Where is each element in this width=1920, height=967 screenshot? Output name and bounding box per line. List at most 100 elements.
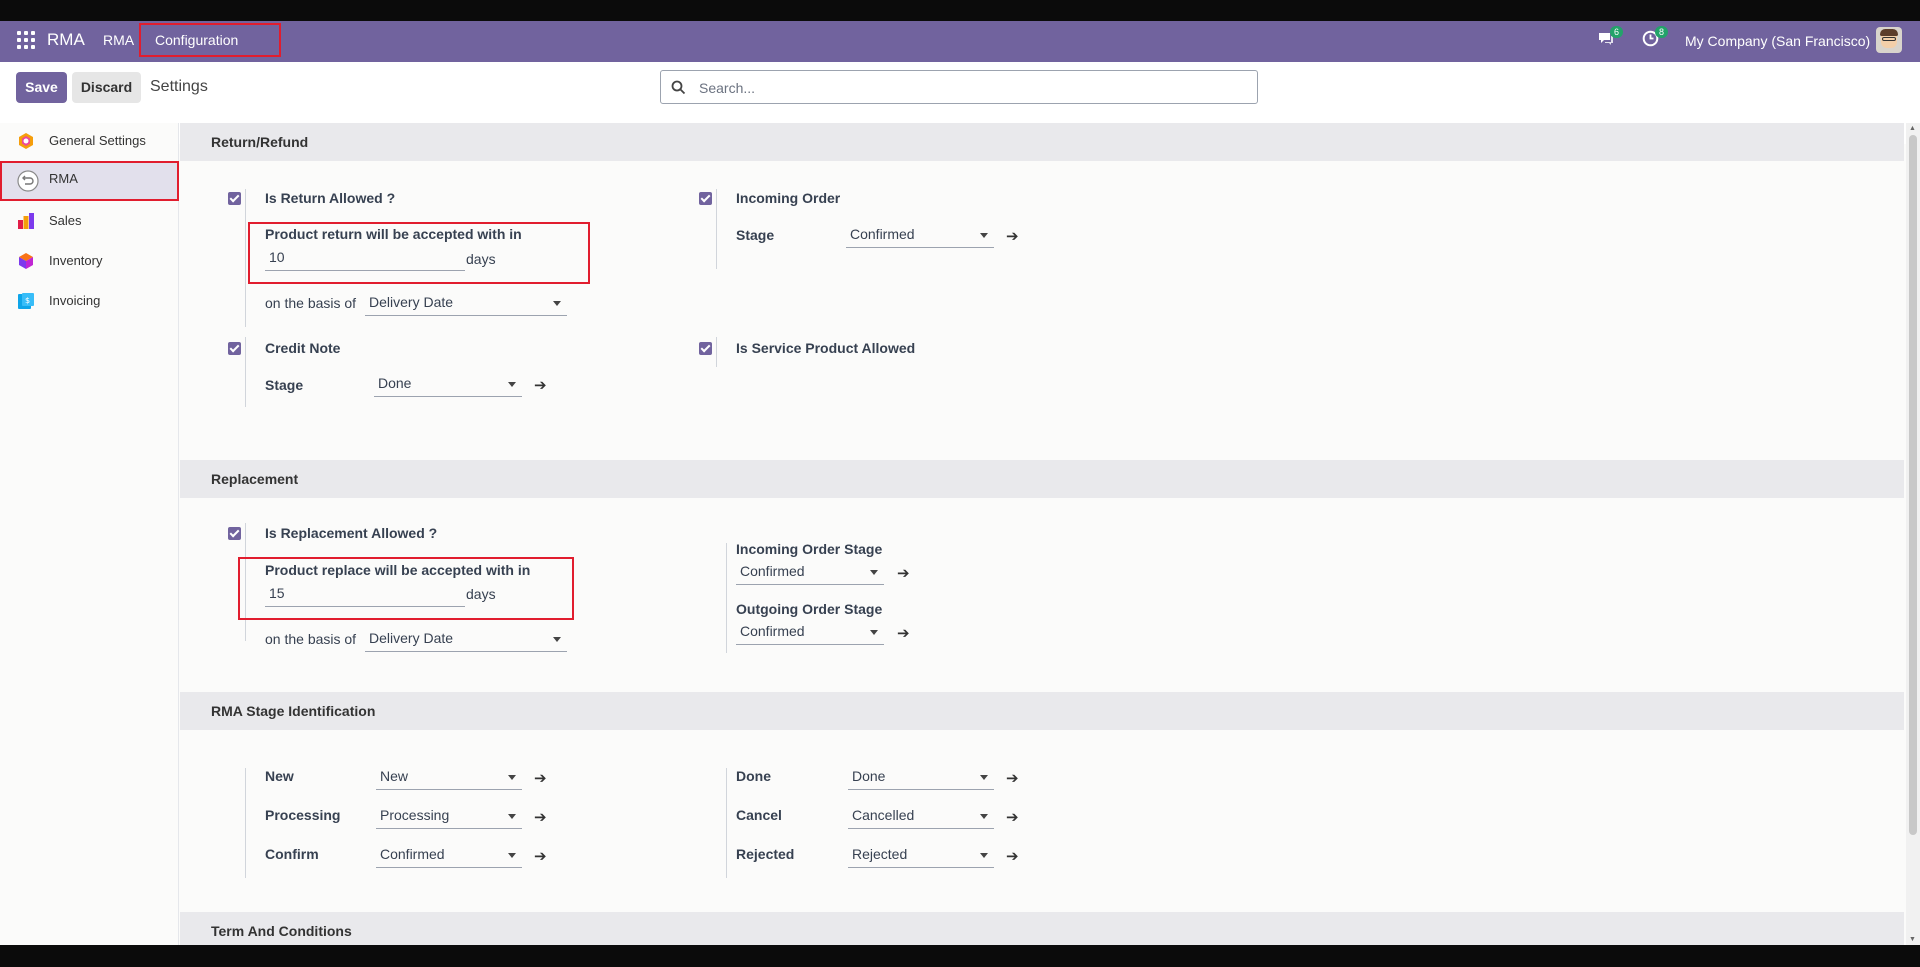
user-avatar[interactable] [1876,27,1902,53]
stage-confirm-select[interactable]: Confirmed [376,844,522,868]
return-basis-label: on the basis of [265,295,357,311]
is-replacement-allowed-label: Is Replacement Allowed ? [265,525,438,541]
search-input[interactable] [697,77,1241,99]
section-title: RMA Stage Identification [211,703,376,719]
return-basis-select[interactable]: Delivery Date [365,292,567,316]
chevron-down-icon [980,775,988,780]
arrow-right-icon[interactable]: ➔ [534,376,547,394]
sidebar-item-sales[interactable]: Sales [0,203,179,239]
divider [726,543,727,653]
stage-rejected-label: Rejected [736,846,795,862]
sidebar-item-label: Inventory [49,253,103,268]
save-button[interactable]: Save [16,72,67,103]
scroll-up-icon[interactable]: ▲ [1909,125,1916,132]
page-title: Settings [150,78,208,95]
incoming-stage-select[interactable]: Confirmed [846,224,994,248]
app-brand[interactable]: RMA [47,30,85,50]
divider [245,189,246,327]
replacement-outgoing-stage-select[interactable]: Confirmed [736,621,884,645]
divider [245,337,246,407]
search-icon [671,80,686,100]
replace-accept-label: Product replace will be accepted with in [265,562,531,578]
scroll-down-icon[interactable]: ▼ [1909,936,1916,943]
company-switcher[interactable]: My Company (San Francisco) [1685,33,1870,49]
replacement-incoming-stage-select[interactable]: Confirmed [736,561,884,585]
menu-rma[interactable]: RMA [103,32,134,48]
section-return-refund: Return/Refund [180,123,1904,161]
sidebar-item-label: Invoicing [49,293,101,308]
sidebar-item-inventory[interactable]: Inventory [0,243,179,279]
arrow-right-icon[interactable]: ➔ [534,808,547,826]
invoicing-icon: $ [17,292,35,310]
app-grid-icon[interactable] [17,31,35,49]
stage-processing-select[interactable]: Processing [376,805,522,829]
sidebar-item-rma[interactable]: RMA [0,161,179,201]
sidebar-item-general-settings[interactable]: General Settings [0,123,179,159]
stage-done-select[interactable]: Done [848,766,994,790]
scrollbar-thumb[interactable] [1909,135,1917,835]
chevron-down-icon [870,630,878,635]
return-accept-label: Product return will be accepted with in [265,226,522,242]
search-box [660,70,1258,104]
arrow-right-icon[interactable]: ➔ [1006,808,1019,826]
sidebar-item-invoicing[interactable]: $ Invoicing [0,283,179,319]
stage-rejected-select[interactable]: Rejected [848,844,994,868]
chevron-down-icon [508,775,516,780]
arrow-right-icon[interactable]: ➔ [1006,847,1019,865]
section-stage-identification: RMA Stage Identification [180,692,1904,730]
credit-stage-label: Stage [265,377,304,393]
arrow-right-icon[interactable]: ➔ [897,624,910,642]
activity-clock-icon[interactable]: 8 [1642,26,1669,52]
incoming-order-stage-label: Incoming Order Stage [736,541,883,557]
app-frame: RMA RMA Configuration 6 8 My Company (Sa… [0,21,1920,945]
chevron-down-icon [508,382,516,387]
top-navbar: RMA RMA Configuration 6 8 My Company (Sa… [0,21,1920,62]
stage-confirm-label: Confirm [265,846,319,862]
chevron-down-icon [508,853,516,858]
incoming-order-label: Incoming Order [736,190,841,206]
section-terms: Term And Conditions [180,912,1904,945]
replace-days-input[interactable]: 15 [265,583,465,607]
credit-note-label: Credit Note [265,340,341,356]
chat-count-badge: 6 [1610,26,1624,38]
stage-processing-label: Processing [265,807,341,823]
section-replacement: Replacement [180,460,1904,498]
arrow-right-icon[interactable]: ➔ [897,564,910,582]
incoming-order-checkbox[interactable] [699,192,712,205]
chevron-down-icon [553,301,561,306]
stage-cancel-select[interactable]: Cancelled [848,805,994,829]
settings-content: Return/Refund Is Return Allowed ? Produc… [180,123,1904,945]
credit-stage-select[interactable]: Done [374,373,522,397]
menu-configuration[interactable]: Configuration [139,23,281,57]
section-title: Term And Conditions [211,923,352,939]
section-title: Replacement [211,471,299,487]
chevron-down-icon [553,637,561,642]
vertical-scrollbar[interactable]: ▲ ▼ [1906,123,1920,945]
arrow-right-icon[interactable]: ➔ [1006,769,1019,787]
replace-basis-select[interactable]: Delivery Date [365,628,567,652]
is-replacement-allowed-checkbox[interactable] [228,527,241,540]
return-days-unit: days [466,251,496,267]
arrow-right-icon[interactable]: ➔ [1006,227,1019,245]
chevron-down-icon [980,814,988,819]
sidebar-item-label: Sales [49,213,82,228]
stage-new-label: New [265,768,294,784]
activity-count-badge: 8 [1655,26,1669,38]
credit-note-checkbox[interactable] [228,342,241,355]
is-return-allowed-checkbox[interactable] [228,192,241,205]
stage-new-select[interactable]: New [376,766,522,790]
service-product-label: Is Service Product Allowed [736,340,916,356]
sidebar-item-label: General Settings [49,133,146,148]
return-days-input[interactable]: 10 [265,247,465,271]
arrow-right-icon[interactable]: ➔ [534,769,547,787]
divider [716,189,717,269]
inventory-icon [17,252,35,270]
chevron-down-icon [980,853,988,858]
discard-button[interactable]: Discard [72,72,141,103]
service-product-checkbox[interactable] [699,342,712,355]
arrow-right-icon[interactable]: ➔ [534,847,547,865]
chat-icon[interactable]: 6 [1597,26,1624,53]
replace-days-unit: days [466,586,496,602]
settings-sidebar: General Settings RMA Sales Inventory $ I… [0,123,179,945]
stage-done-label: Done [736,768,771,784]
